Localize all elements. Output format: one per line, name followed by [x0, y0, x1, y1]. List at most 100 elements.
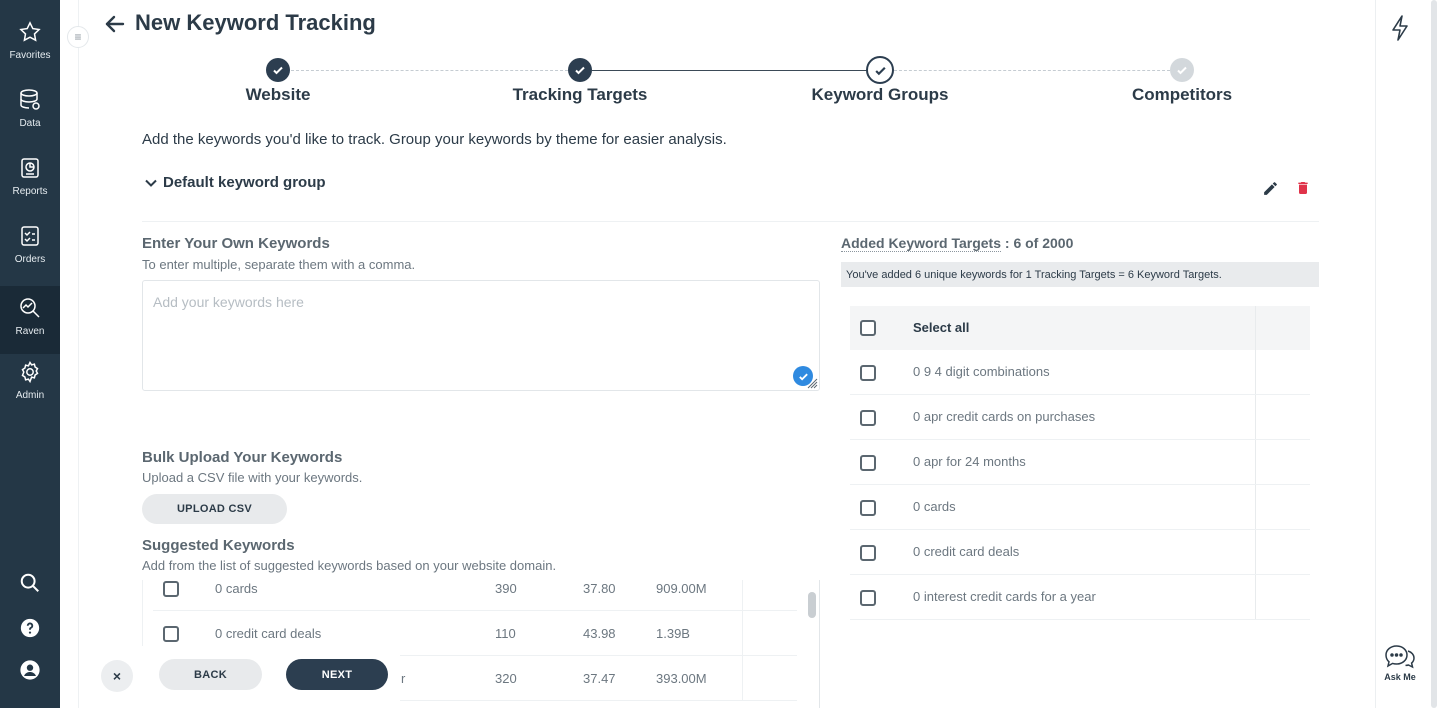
- suggested-keywords-subtitle: Add from the list of suggested keywords …: [142, 558, 557, 573]
- nav-label: Raven: [15, 326, 45, 337]
- results-cell: 909.00M: [656, 581, 707, 596]
- list-scrollbar[interactable]: [808, 592, 816, 618]
- cpc-cell: 43.98: [583, 626, 616, 641]
- upload-csv-button[interactable]: UPLOAD CSV: [142, 494, 287, 524]
- gear-icon: [21, 360, 39, 384]
- volume-cell: 320: [495, 671, 517, 686]
- row-checkbox[interactable]: [860, 455, 876, 471]
- row-checkbox[interactable]: [860, 365, 876, 381]
- right-rail: [1375, 0, 1425, 708]
- step-label-competitors[interactable]: Competitors: [1132, 85, 1232, 105]
- menu-icon: ≡: [74, 30, 82, 44]
- page-scrollbar[interactable]: [1431, 0, 1437, 708]
- keyword-cell: r: [401, 671, 406, 686]
- nav-item-reports[interactable]: Reports: [0, 146, 60, 214]
- star-icon: [19, 21, 41, 42]
- keyword-cell: 0 apr credit cards on purchases: [913, 409, 1096, 424]
- nav-label: Admin: [15, 390, 45, 401]
- added-targets-label[interactable]: Added Keyword Targets: [841, 235, 1001, 252]
- column-divider: [1255, 306, 1256, 350]
- keyword-group-name: Default keyword group: [163, 174, 326, 191]
- ask-me-button[interactable]: Ask Me: [1378, 642, 1422, 682]
- nav-label: Data: [19, 118, 41, 129]
- database-icon: [20, 89, 40, 110]
- row-checkbox[interactable]: [163, 626, 179, 642]
- nav-item-admin[interactable]: Admin: [0, 350, 60, 418]
- back-arrow-icon[interactable]: [103, 12, 127, 36]
- cpc-cell: 37.47: [583, 671, 616, 686]
- select-all-checkbox[interactable]: [860, 320, 876, 336]
- table-row[interactable]: 0 cards 390 37.80 909.00M: [153, 580, 797, 611]
- check-icon: [1177, 66, 1187, 75]
- manual-keywords-title: Enter Your Own Keywords: [142, 235, 330, 252]
- check-icon: [575, 66, 585, 75]
- nav-label: Orders: [14, 254, 46, 265]
- lightning-bolt-icon[interactable]: [1389, 14, 1411, 42]
- nav-item-orders[interactable]: Orders: [0, 214, 60, 282]
- trash-icon[interactable]: [1295, 179, 1311, 197]
- column-divider: [742, 656, 743, 700]
- check-icon: [874, 66, 886, 75]
- left-nav: Favorites Data Reports Orders Raven Admi…: [0, 0, 60, 708]
- step-label-website[interactable]: Website: [246, 85, 311, 105]
- close-button[interactable]: ×: [101, 660, 133, 692]
- sidebar-toggle-button[interactable]: ≡: [67, 26, 89, 48]
- user-icon: [20, 660, 40, 680]
- step-competitors-marker[interactable]: [1170, 58, 1194, 82]
- manual-keywords-subtitle: To enter multiple, separate them with a …: [142, 257, 416, 272]
- pencil-icon[interactable]: [1262, 180, 1279, 197]
- nav-label: Reports: [12, 186, 48, 197]
- added-targets-title: Added Keyword Targets : 6 of 2000: [841, 235, 1074, 252]
- step-label-tracking-targets[interactable]: Tracking Targets: [513, 85, 648, 105]
- added-targets-count: : 6 of 2000: [1004, 235, 1074, 251]
- resize-handle-icon[interactable]: [806, 377, 818, 389]
- table-row[interactable]: 0 9 4 digit combinations: [850, 350, 1310, 395]
- table-row[interactable]: 0 credit card deals: [850, 530, 1310, 575]
- nav-label: Favorites: [9, 50, 51, 61]
- keyword-cell: 0 credit card deals: [215, 626, 322, 641]
- table-row[interactable]: 0 apr for 24 months: [850, 440, 1310, 485]
- volume-cell: 390: [495, 581, 517, 596]
- step-website-marker[interactable]: [266, 58, 290, 82]
- nav-help[interactable]: [0, 608, 60, 648]
- nav-item-favorites[interactable]: Favorites: [0, 10, 60, 78]
- cpc-cell: 37.80: [583, 581, 616, 596]
- nav-item-data[interactable]: Data: [0, 78, 60, 146]
- keyword-targets-table: Select all 0 9 4 digit combinations 0 ap…: [850, 306, 1310, 620]
- row-checkbox[interactable]: [860, 590, 876, 606]
- table-row[interactable]: 0 cards: [850, 485, 1310, 530]
- table-row[interactable]: 0 apr credit cards on purchases: [850, 395, 1310, 440]
- check-icon: [273, 66, 283, 75]
- raven-icon: [20, 298, 40, 318]
- keyword-cell: 0 interest credit cards for a year: [913, 589, 1096, 604]
- row-checkbox[interactable]: [860, 500, 876, 516]
- keywords-textarea[interactable]: [142, 280, 820, 391]
- keyword-cell: 0 cards: [913, 499, 956, 514]
- back-button[interactable]: BACK: [159, 659, 262, 690]
- page-title: New Keyword Tracking: [135, 10, 376, 35]
- column-divider: [1255, 440, 1256, 484]
- intro-text: Add the keywords you'd like to track. Gr…: [142, 131, 727, 148]
- step-tracking-targets-marker[interactable]: [568, 58, 592, 82]
- column-divider: [1255, 350, 1256, 394]
- step-label-keyword-groups[interactable]: Keyword Groups: [812, 85, 949, 105]
- table-row[interactable]: 0 interest credit cards for a year: [850, 575, 1310, 620]
- column-divider: [1255, 575, 1256, 619]
- keyword-group-toggle[interactable]: Default keyword group: [144, 174, 326, 191]
- nav-search[interactable]: [0, 563, 60, 603]
- step-connector: [894, 70, 1170, 71]
- keyword-cell: 0 apr for 24 months: [913, 454, 1026, 469]
- column-divider: [742, 580, 743, 610]
- select-all-label: Select all: [913, 320, 970, 335]
- nav-account[interactable]: [0, 650, 60, 690]
- next-button[interactable]: NEXT: [286, 659, 388, 690]
- clipboard-icon: [21, 226, 39, 246]
- suggested-keywords-title: Suggested Keywords: [142, 537, 295, 554]
- results-cell: 1.39B: [656, 626, 690, 641]
- step-keyword-groups-marker[interactable]: [866, 56, 894, 84]
- nav-item-raven[interactable]: Raven: [0, 286, 60, 354]
- row-checkbox[interactable]: [163, 581, 179, 597]
- row-checkbox[interactable]: [860, 410, 876, 426]
- row-checkbox[interactable]: [860, 545, 876, 561]
- keyword-cell: 0 9 4 digit combinations: [913, 364, 1050, 379]
